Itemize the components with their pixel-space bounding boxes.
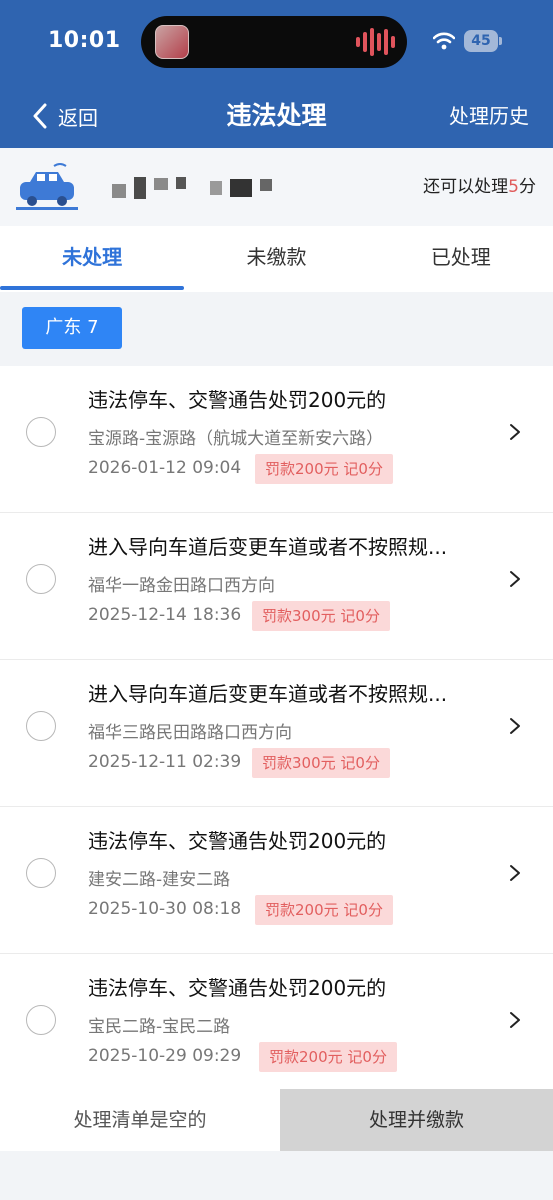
fine-badge: 罚款200元 记0分	[255, 895, 393, 925]
violation-location: 福华一路金田路口西方向	[88, 576, 275, 596]
violation-item[interactable]: 进入导向车道后变更车道或者不按照规... 福华三路民田路路口西方向 2025-1…	[0, 660, 553, 807]
violation-location: 建安二路-建安二路	[88, 870, 231, 890]
chevron-right-icon[interactable]	[509, 863, 521, 883]
remaining-suffix: 分	[519, 177, 536, 197]
back-label: 返回	[58, 105, 98, 130]
remaining-prefix: 还可以处理	[423, 177, 509, 197]
tab-unprocessed[interactable]: 未处理	[0, 226, 185, 292]
dynamic-island[interactable]	[141, 16, 407, 68]
select-radio[interactable]	[26, 1005, 56, 1035]
chevron-left-icon	[33, 103, 47, 129]
process-and-pay-button[interactable]: 处理并缴款	[280, 1089, 553, 1151]
violation-location: 宝源路-宝源路（航城大道至新安六路）	[88, 429, 384, 449]
cart-empty-text: 处理清单是空的	[0, 1089, 280, 1151]
status-tabs: 未处理 未缴款 已处理	[0, 226, 553, 292]
select-radio[interactable]	[26, 564, 56, 594]
violation-item[interactable]: 进入导向车道后变更车道或者不按照规... 福华一路金田路口西方向 2025-12…	[0, 513, 553, 660]
violation-title: 进入导向车道后变更车道或者不按照规...	[88, 682, 448, 706]
now-playing-artwork	[155, 25, 189, 59]
select-radio[interactable]	[26, 417, 56, 447]
violation-title: 违法停车、交警通告处罚200元的	[88, 976, 387, 1000]
violation-item[interactable]: 违法停车、交警通告处罚200元的 宝民二路-宝民二路 2025-10-29 09…	[0, 954, 553, 1101]
select-radio[interactable]	[26, 858, 56, 888]
violation-datetime: 2025-12-14 18:36	[88, 605, 242, 625]
violation-title: 进入导向车道后变更车道或者不按照规...	[88, 535, 448, 559]
violation-title: 违法停车、交警通告处罚200元的	[88, 829, 387, 853]
fine-badge: 罚款200元 记0分	[259, 1042, 397, 1072]
violation-item[interactable]: 违法停车、交警通告处罚200元的 建安二路-建安二路 2025-10-30 08…	[0, 807, 553, 954]
violation-location: 宝民二路-宝民二路	[88, 1017, 231, 1037]
fine-badge: 罚款300元 记0分	[252, 601, 390, 631]
bottom-action-bar: 处理清单是空的 处理并缴款	[0, 1089, 553, 1151]
battery-level: 45	[464, 30, 498, 52]
region-chip[interactable]: 广东 7	[22, 307, 122, 349]
battery-tip	[499, 37, 502, 45]
history-link[interactable]: 处理历史	[449, 96, 529, 136]
header: 10:01 45 返回 违法处理 处理历史	[0, 0, 553, 148]
status-time: 10:01	[48, 28, 121, 53]
remaining-points-value: 5	[508, 177, 519, 197]
audio-waveform-icon	[356, 26, 395, 58]
tab-unpaid[interactable]: 未缴款	[184, 226, 368, 292]
vehicle-info: 还可以处理5分	[0, 148, 553, 226]
page-title: 违法处理	[226, 101, 327, 130]
car-icon	[16, 163, 78, 210]
select-radio[interactable]	[26, 711, 56, 741]
remaining-points: 还可以处理5分	[423, 174, 536, 200]
violation-title: 违法停车、交警通告处罚200元的	[88, 388, 387, 412]
violation-datetime: 2025-10-30 08:18	[88, 899, 242, 919]
region-filter-bar: 广东 7	[0, 292, 553, 366]
chevron-right-icon[interactable]	[509, 422, 521, 442]
chevron-right-icon[interactable]	[509, 1010, 521, 1030]
tab-processed[interactable]: 已处理	[369, 226, 553, 292]
violation-datetime: 2025-10-29 09:29	[88, 1046, 242, 1066]
chevron-right-icon[interactable]	[509, 569, 521, 589]
fine-badge: 罚款200元 记0分	[255, 454, 393, 484]
back-button[interactable]: 返回	[30, 96, 98, 136]
violation-item[interactable]: 违法停车、交警通告处罚200元的 宝源路-宝源路（航城大道至新安六路） 2026…	[0, 366, 553, 513]
violation-location: 福华三路民田路路口西方向	[88, 723, 292, 743]
violation-datetime: 2025-12-11 02:39	[88, 752, 242, 772]
violation-list: 违法停车、交警通告处罚200元的 宝源路-宝源路（航城大道至新安六路） 2026…	[0, 366, 553, 1101]
fine-badge: 罚款300元 记0分	[252, 748, 390, 778]
wifi-icon	[433, 32, 455, 50]
license-plate-redacted	[112, 174, 272, 202]
chevron-right-icon[interactable]	[509, 716, 521, 736]
battery-indicator: 45	[464, 30, 502, 52]
violation-datetime: 2026-01-12 09:04	[88, 458, 242, 478]
